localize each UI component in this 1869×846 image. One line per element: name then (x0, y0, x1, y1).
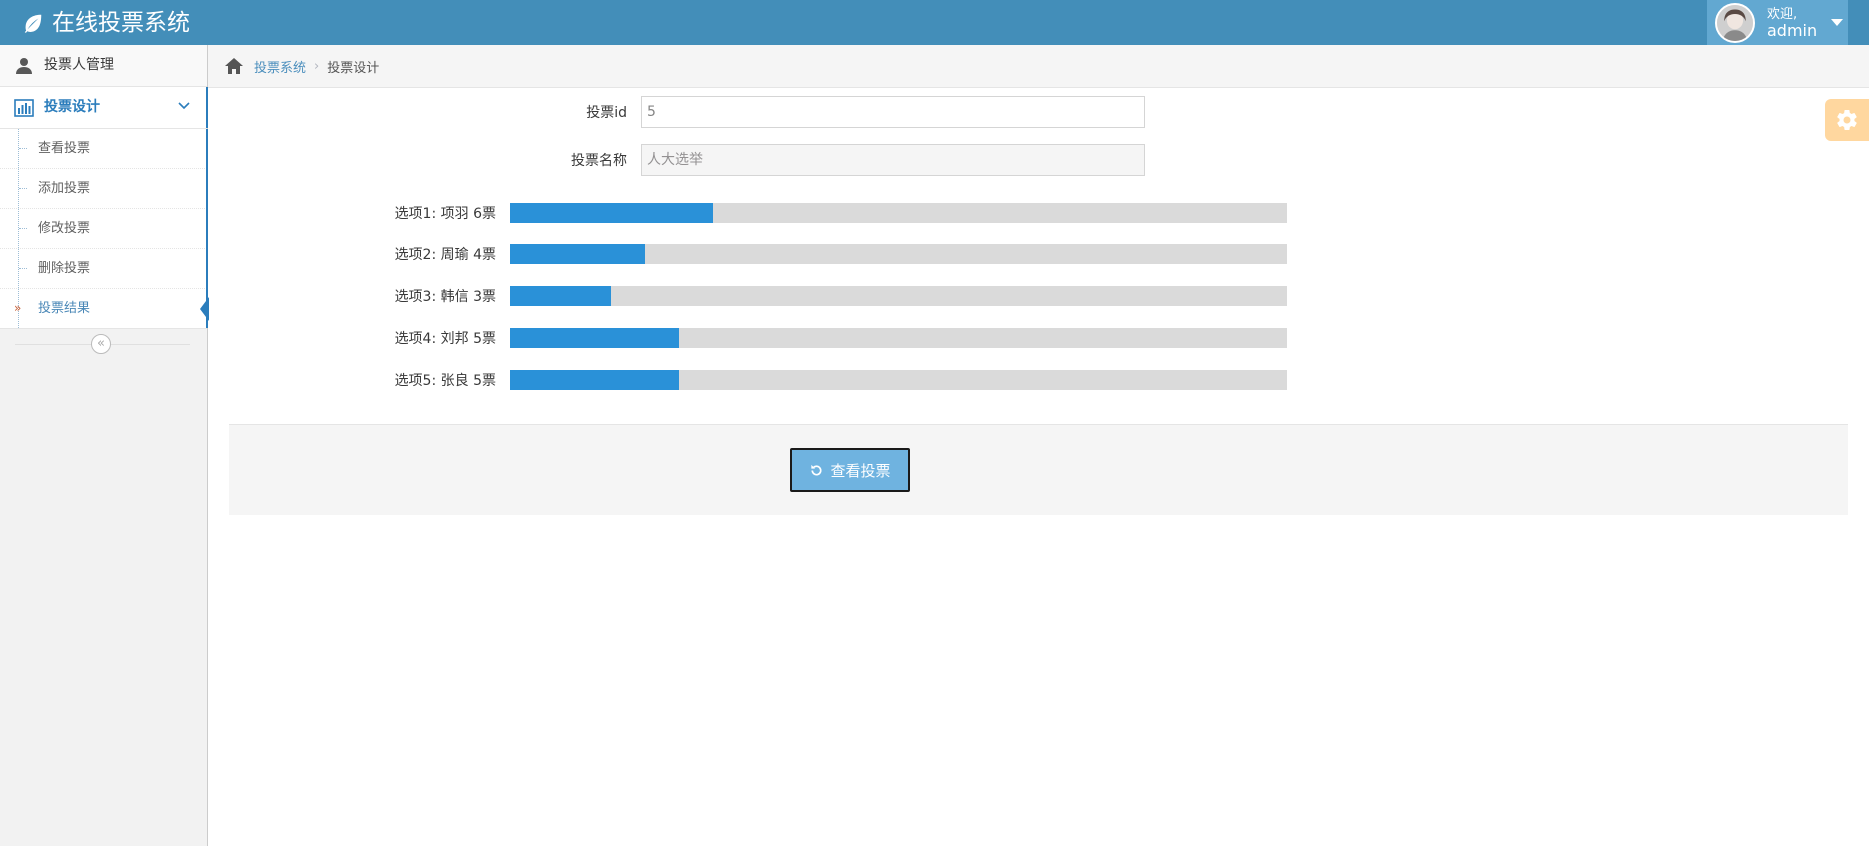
tree-connector (19, 228, 27, 229)
progress-track (510, 370, 1287, 390)
breadcrumb-current: 投票设计 (327, 60, 380, 76)
submenu-item-label: 删除投票 (38, 261, 91, 276)
active-pointer (200, 297, 209, 321)
progress-track (510, 328, 1287, 348)
submenu-item-edit-vote[interactable]: 修改投票 (0, 208, 207, 248)
tree-connector (19, 268, 27, 269)
user-menu[interactable]: 欢迎, admin (1707, 0, 1848, 45)
poll-option-label: 选项2: 周瑜 4票 (394, 247, 496, 263)
double-angle-right-icon: » (14, 301, 22, 315)
chevron-down-icon[interactable] (177, 99, 191, 113)
sidebar-item-label: 投票人管理 (44, 57, 114, 73)
bar-chart-icon (14, 98, 34, 117)
submenu-item-view-vote[interactable]: 查看投票 (0, 129, 207, 168)
tree-connector (19, 148, 27, 149)
caret-down-icon[interactable] (1831, 19, 1844, 26)
breadcrumb-root-link[interactable]: 投票系统 (254, 57, 306, 76)
home-icon[interactable] (224, 57, 244, 75)
submenu-item-label: 查看投票 (38, 141, 91, 156)
poll-option-row: 选项2: 周瑜 4票 (380, 242, 1287, 266)
breadcrumb-separator: › (314, 58, 320, 74)
breadcrumb: 投票系统 › 投票设计 (208, 45, 1869, 88)
submenu-item-label: 投票结果 (38, 301, 91, 316)
form-group-vote-name: 投票名称 人大选举 (520, 144, 1145, 176)
collapse-icon[interactable]: « (91, 334, 111, 354)
user-icon (16, 57, 32, 74)
submenu-item-vote-result[interactable]: » 投票结果 (0, 288, 209, 328)
sidebar-collapse-bar: « (0, 329, 207, 359)
progress-track (510, 244, 1287, 264)
submenu-item-delete-vote[interactable]: 删除投票 (0, 248, 207, 288)
poll-option-row: 选项1: 项羽 6票 (380, 201, 1287, 225)
vote-design-submenu: 查看投票 添加投票 修改投票 删除投票 » 投票结果 (0, 129, 209, 329)
undo-icon (811, 464, 823, 476)
vote-id-input[interactable]: 5 (641, 96, 1145, 128)
progress-bar-fill (510, 328, 679, 348)
progress-track (510, 203, 1287, 223)
settings-button[interactable] (1825, 99, 1869, 141)
welcome-text: 欢迎, admin (1767, 7, 1817, 39)
poll-option-label: 选项5: 张良 5票 (394, 373, 496, 389)
poll-option-label: 选项3: 韩信 3票 (394, 289, 496, 305)
vote-name-label: 投票名称 (571, 153, 627, 169)
brand[interactable]: 在线投票系统 (22, 0, 190, 45)
vote-name-input[interactable]: 人大选举 (641, 144, 1145, 176)
gear-icon (1837, 110, 1857, 131)
view-vote-label: 查看投票 (830, 461, 891, 480)
poll-option-row: 选项3: 韩信 3票 (380, 284, 1287, 308)
submenu-item-label: 修改投票 (38, 221, 91, 236)
poll-option-label: 选项4: 刘邦 5票 (394, 331, 496, 347)
submenu-item-label: 添加投票 (38, 181, 91, 196)
poll-option-row: 选项5: 张良 5票 (380, 368, 1287, 392)
progress-bar-fill (510, 286, 612, 306)
sidebar-item-vote-design[interactable]: 投票设计 (0, 87, 208, 129)
progress-bar-fill (510, 370, 679, 390)
progress-bar-fill (510, 203, 713, 223)
avatar (1715, 2, 1755, 43)
leaf-icon (24, 14, 42, 33)
form-group-vote-id: 投票id 5 (520, 96, 1145, 128)
form-actions: 查看投票 (229, 424, 1848, 515)
brand-title: 在线投票系统 (52, 9, 190, 36)
progress-bar-fill (510, 244, 646, 264)
view-vote-button[interactable]: 查看投票 (790, 448, 910, 492)
submenu-item-add-vote[interactable]: 添加投票 (0, 168, 207, 208)
sidebar: 投票人管理 投票设计 查看投票 添加投票 修改投票 删除投票 » 投票结果 « (0, 45, 209, 846)
progress-track (510, 286, 1287, 306)
tree-connector (19, 188, 27, 189)
sidebar-item-label: 投票设计 (44, 99, 100, 115)
poll-option-label: 选项1: 项羽 6票 (394, 206, 496, 222)
poll-option-row: 选项4: 刘邦 5票 (380, 326, 1287, 350)
vote-id-label: 投票id (586, 105, 627, 121)
sidebar-item-voter-management[interactable]: 投票人管理 (0, 45, 207, 87)
top-navbar: 在线投票系统 欢迎, admin (0, 0, 1869, 45)
username: admin (1767, 20, 1818, 40)
